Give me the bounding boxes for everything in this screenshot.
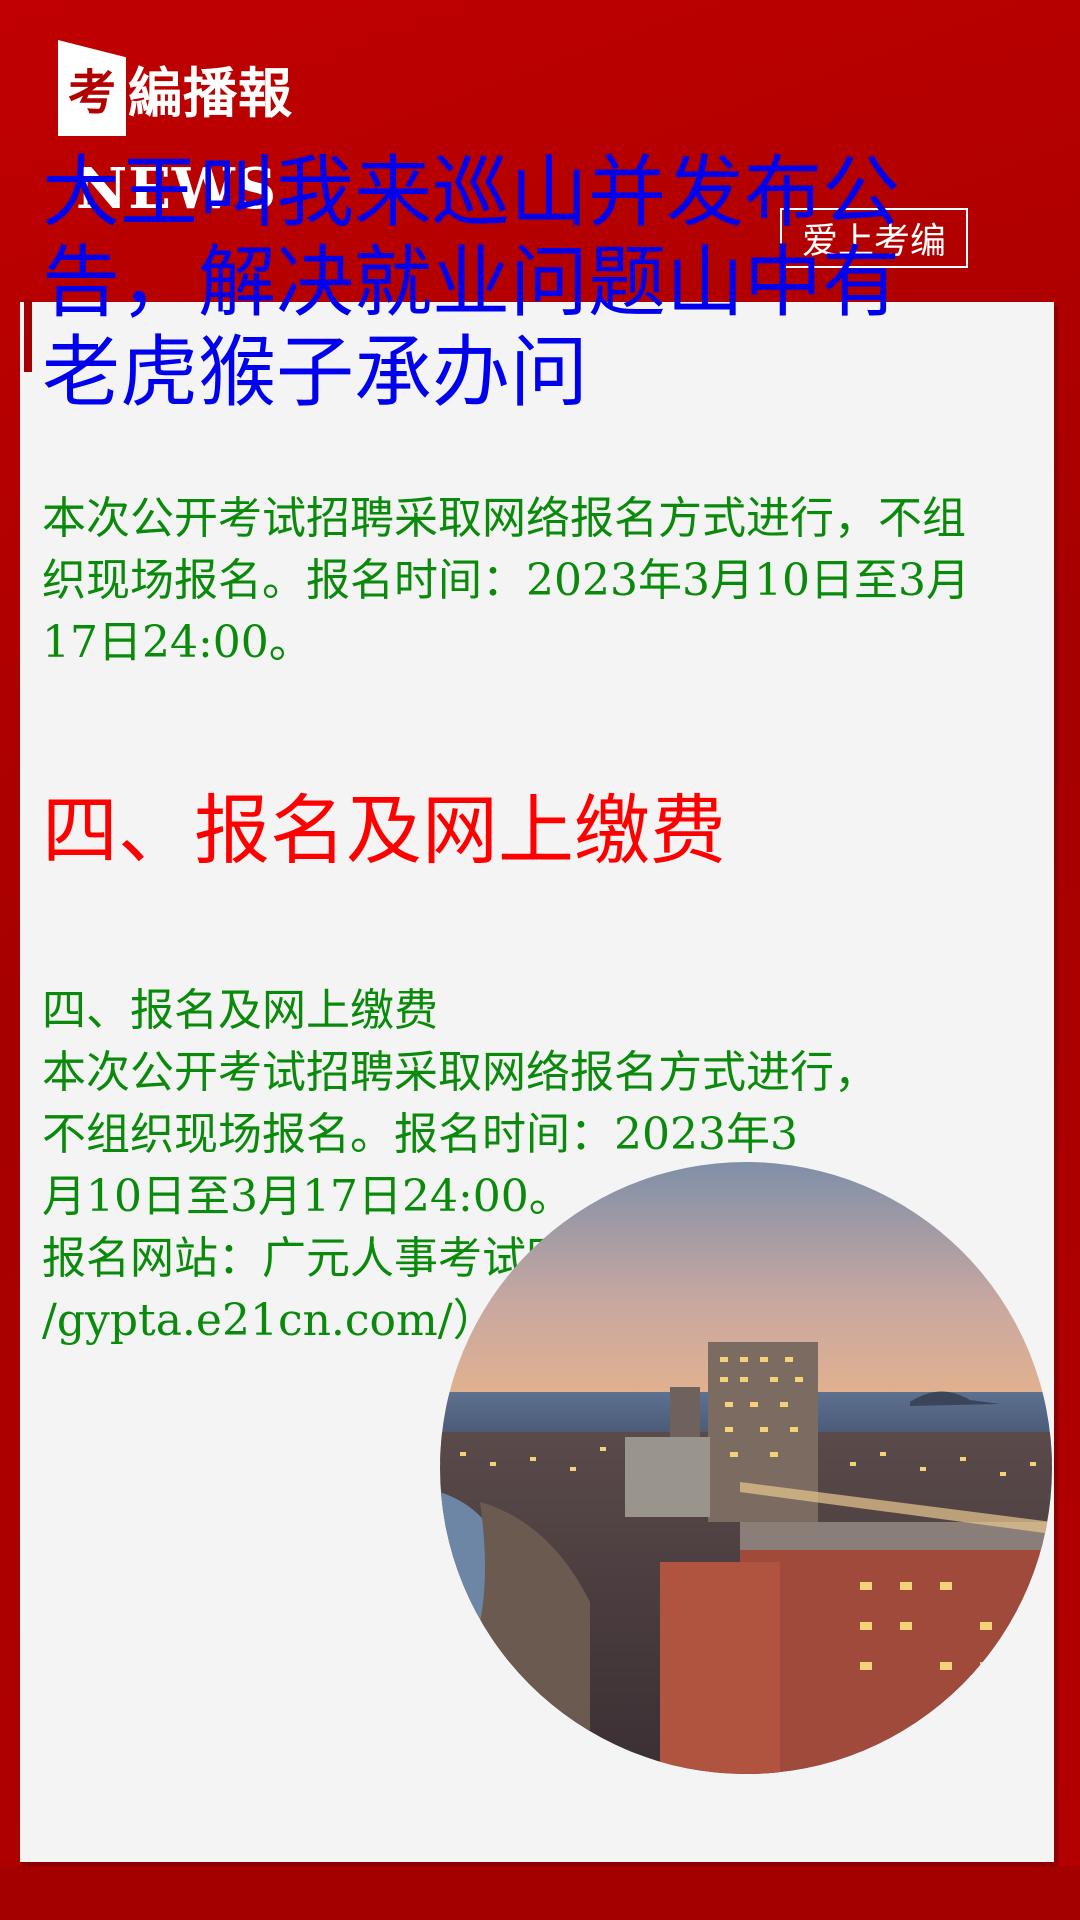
body-line: 四、报名及网上缴费 [42, 985, 438, 1036]
logo-mark: 考 [58, 40, 126, 136]
city-photo [440, 1162, 1052, 1774]
brand-logo: 考 編播報 [58, 40, 293, 136]
card-notch [24, 300, 32, 372]
article-title: 大王叫我来巡山并发布公告，解决就业问题山中有老虎猴子承办问 [42, 148, 901, 418]
logo-text: 編播報 [128, 61, 293, 125]
bottom-frame-strip [0, 1866, 1080, 1920]
intro-paragraph: 本次公开考试招聘采取网络报名方式进行，不组织现场报名。报名时间：2023年3月1… [42, 493, 970, 668]
body-line: 本次公开考试招聘采取网络报名方式进行， [42, 1047, 878, 1098]
body-line: 不组织现场报名。报名时间：2023年3 [42, 1109, 798, 1160]
section-heading: 四、报名及网上缴费 [42, 786, 726, 875]
